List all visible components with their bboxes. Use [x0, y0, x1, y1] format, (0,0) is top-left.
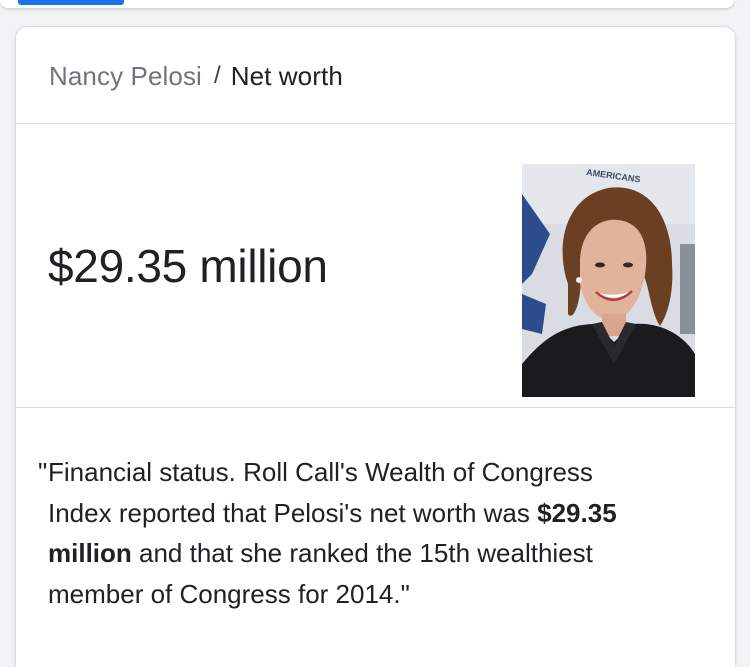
close-quote: "	[400, 578, 410, 609]
breadcrumb-separator: /	[213, 62, 221, 89]
content-divider	[16, 407, 735, 408]
header-divider	[16, 123, 735, 124]
breadcrumb-entity-link[interactable]: Nancy Pelosi	[49, 61, 202, 92]
portrait-image[interactable]: AMERICANS	[522, 164, 695, 397]
snippet-line-3-text: and that she ranked the 15th wealthiest	[131, 538, 593, 568]
breadcrumb-attribute: Net worth	[230, 60, 343, 91]
snippet-line-4: member of Congress for 2014.	[48, 578, 401, 609]
snippet-line-2-text: Index reported that Pelosi's net worth w…	[48, 497, 538, 528]
breadcrumb: Nancy Pelosi / Net worth	[49, 60, 343, 92]
snippet-line-3-bold: million	[48, 538, 132, 568]
snippet-line-2-bold: $29.35	[537, 497, 617, 528]
net-worth-answer: $29.35 million	[48, 240, 328, 292]
net-worth-card: Nancy Pelosi / Net worth $29.35 million …	[15, 26, 736, 667]
previous-card-edge	[0, 0, 734, 8]
snippet-line-1: Financial status. Roll Call's Wealth of …	[48, 457, 593, 487]
active-tab-indicator	[18, 0, 124, 5]
source-snippet: "Financial status. Roll Call's Wealth of…	[38, 452, 718, 614]
open-quote: "	[38, 457, 48, 487]
